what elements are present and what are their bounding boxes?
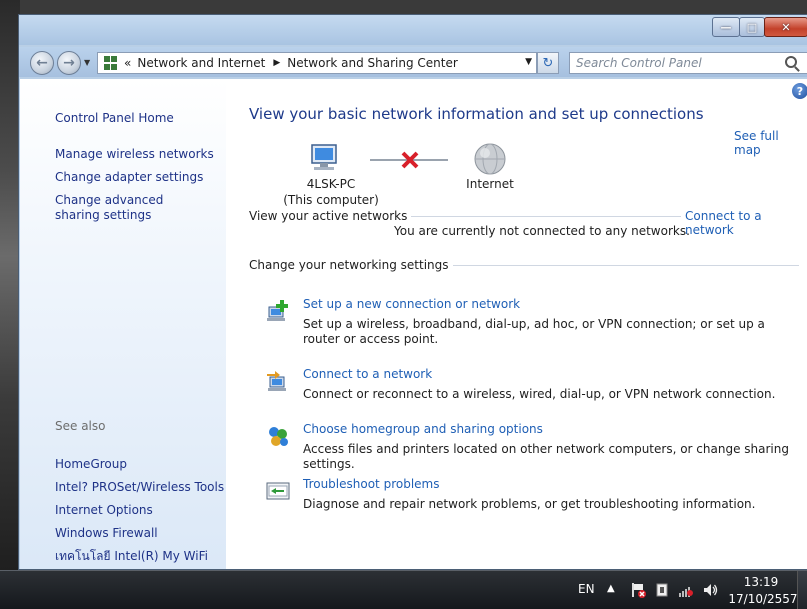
- show-hidden-icons-icon[interactable]: ▲: [607, 583, 615, 594]
- minimize-icon: —: [720, 20, 732, 34]
- connect-to-network-desc: Connect or reconnect to a wireless, wire…: [303, 387, 776, 401]
- close-icon: ✕: [781, 20, 791, 34]
- homegroup-icon: [269, 427, 288, 446]
- minimize-button[interactable]: —: [712, 17, 740, 37]
- see-also-windows-firewall[interactable]: Windows Firewall: [55, 526, 158, 541]
- search-icon[interactable]: [785, 56, 797, 68]
- clock-time[interactable]: 13:19: [741, 575, 781, 589]
- main-panel: ? View your basic network information an…: [226, 79, 807, 569]
- wireless-signal-icon[interactable]: [678, 582, 694, 598]
- setup-new-connection-link[interactable]: Set up a new connection or network: [303, 297, 520, 311]
- help-icon[interactable]: ?: [792, 83, 807, 99]
- desktop-background: [0, 0, 20, 570]
- troubleshoot-desc: Diagnose and repair network problems, or…: [303, 497, 756, 511]
- network-folder-icon: [104, 56, 118, 70]
- power-plug-icon[interactable]: [654, 582, 670, 598]
- connect-network-icon: [267, 371, 286, 391]
- address-dropdown-icon[interactable]: ▼: [525, 57, 532, 67]
- troubleshoot-icon: [266, 482, 290, 500]
- see-also-internet-options[interactable]: Internet Options: [55, 503, 153, 518]
- maximize-button[interactable]: □: [739, 17, 765, 37]
- computer-name-label: 4LSK-PC: [306, 177, 356, 191]
- content-area: Control Panel Home Manage wireless netwo…: [20, 79, 807, 569]
- sidebar-control-panel-home[interactable]: Control Panel Home: [55, 111, 174, 126]
- control-panel-window: — □ ✕ ← → ▼ « Network and Internet ▶ Net…: [18, 14, 807, 570]
- back-button[interactable]: ←: [30, 51, 54, 75]
- setup-new-connection-desc: Set up a wireless, broadband, dial-up, a…: [303, 317, 765, 346]
- search-input[interactable]: Search Control Panel: [569, 52, 807, 74]
- taskbar: EN ▲ 13:19 17/10/2557: [0, 570, 807, 609]
- connect-to-network-link[interactable]: Connect to a network: [681, 209, 807, 237]
- refresh-button[interactable]: ↻: [537, 52, 559, 74]
- internet-globe-icon[interactable]: [474, 143, 506, 175]
- forward-button[interactable]: →: [57, 51, 81, 75]
- title-bar[interactable]: — □ ✕: [19, 15, 807, 45]
- back-arrow-icon: ←: [36, 55, 48, 71]
- page-title: View your basic network information and …: [249, 105, 704, 123]
- troubleshoot-link[interactable]: Troubleshoot problems: [303, 477, 439, 491]
- sidebar-change-adapter[interactable]: Change adapter settings: [55, 170, 203, 185]
- navigation-bar: ← → ▼ « Network and Internet ▶ Network a…: [19, 47, 807, 77]
- show-desktop-button[interactable]: [797, 571, 807, 609]
- homegroup-sharing-desc: Access files and printers located on oth…: [303, 442, 789, 471]
- refresh-icon: ↻: [542, 55, 554, 71]
- volume-icon[interactable]: [702, 582, 718, 598]
- network-map: [311, 143, 506, 175]
- computer-icon[interactable]: [311, 144, 337, 170]
- breadcrumb-overflow[interactable]: «: [124, 56, 131, 70]
- not-connected-message: You are currently not connected to any n…: [394, 224, 690, 238]
- computer-sub-label: (This computer): [283, 193, 379, 207]
- forward-arrow-icon: →: [63, 55, 75, 71]
- breadcrumb-network-and-internet[interactable]: Network and Internet: [137, 56, 265, 70]
- see-full-map-link[interactable]: See full map: [734, 129, 807, 157]
- see-also-intel-proset[interactable]: Intel? PROSet/Wireless Tools: [55, 480, 224, 495]
- recent-pages-dropdown[interactable]: ▼: [84, 58, 90, 67]
- change-settings-label: Change your networking settings: [249, 258, 453, 272]
- new-connection-icon: [267, 300, 288, 321]
- address-bar[interactable]: « Network and Internet ▶ Network and Sha…: [97, 52, 537, 74]
- see-also-homegroup[interactable]: HomeGroup: [55, 457, 127, 472]
- see-also-intel-my-wifi[interactable]: เทคโนโลยี Intel(R) My WiFi: [55, 549, 208, 564]
- breadcrumb-separator-icon[interactable]: ▶: [273, 58, 280, 68]
- sidebar-manage-wireless[interactable]: Manage wireless networks: [55, 147, 214, 162]
- active-networks-label: View your active networks: [249, 209, 412, 223]
- maximize-icon: □: [746, 20, 758, 34]
- homegroup-sharing-link[interactable]: Choose homegroup and sharing options: [303, 422, 543, 436]
- language-indicator[interactable]: EN: [578, 582, 595, 596]
- breadcrumb-network-sharing-center[interactable]: Network and Sharing Center: [287, 56, 458, 70]
- connect-to-network-task-link[interactable]: Connect to a network: [303, 367, 432, 381]
- internet-label: Internet: [466, 177, 514, 191]
- search-placeholder: Search Control Panel: [576, 56, 702, 70]
- sidebar-change-advanced-sharing[interactable]: Change advanced sharing settings: [55, 193, 205, 223]
- sidebar: Control Panel Home Manage wireless netwo…: [20, 79, 226, 569]
- close-button[interactable]: ✕: [764, 17, 807, 37]
- clock-date[interactable]: 17/10/2557: [728, 592, 798, 606]
- action-center-flag-icon[interactable]: [630, 582, 646, 598]
- see-also-heading: See also: [55, 419, 106, 433]
